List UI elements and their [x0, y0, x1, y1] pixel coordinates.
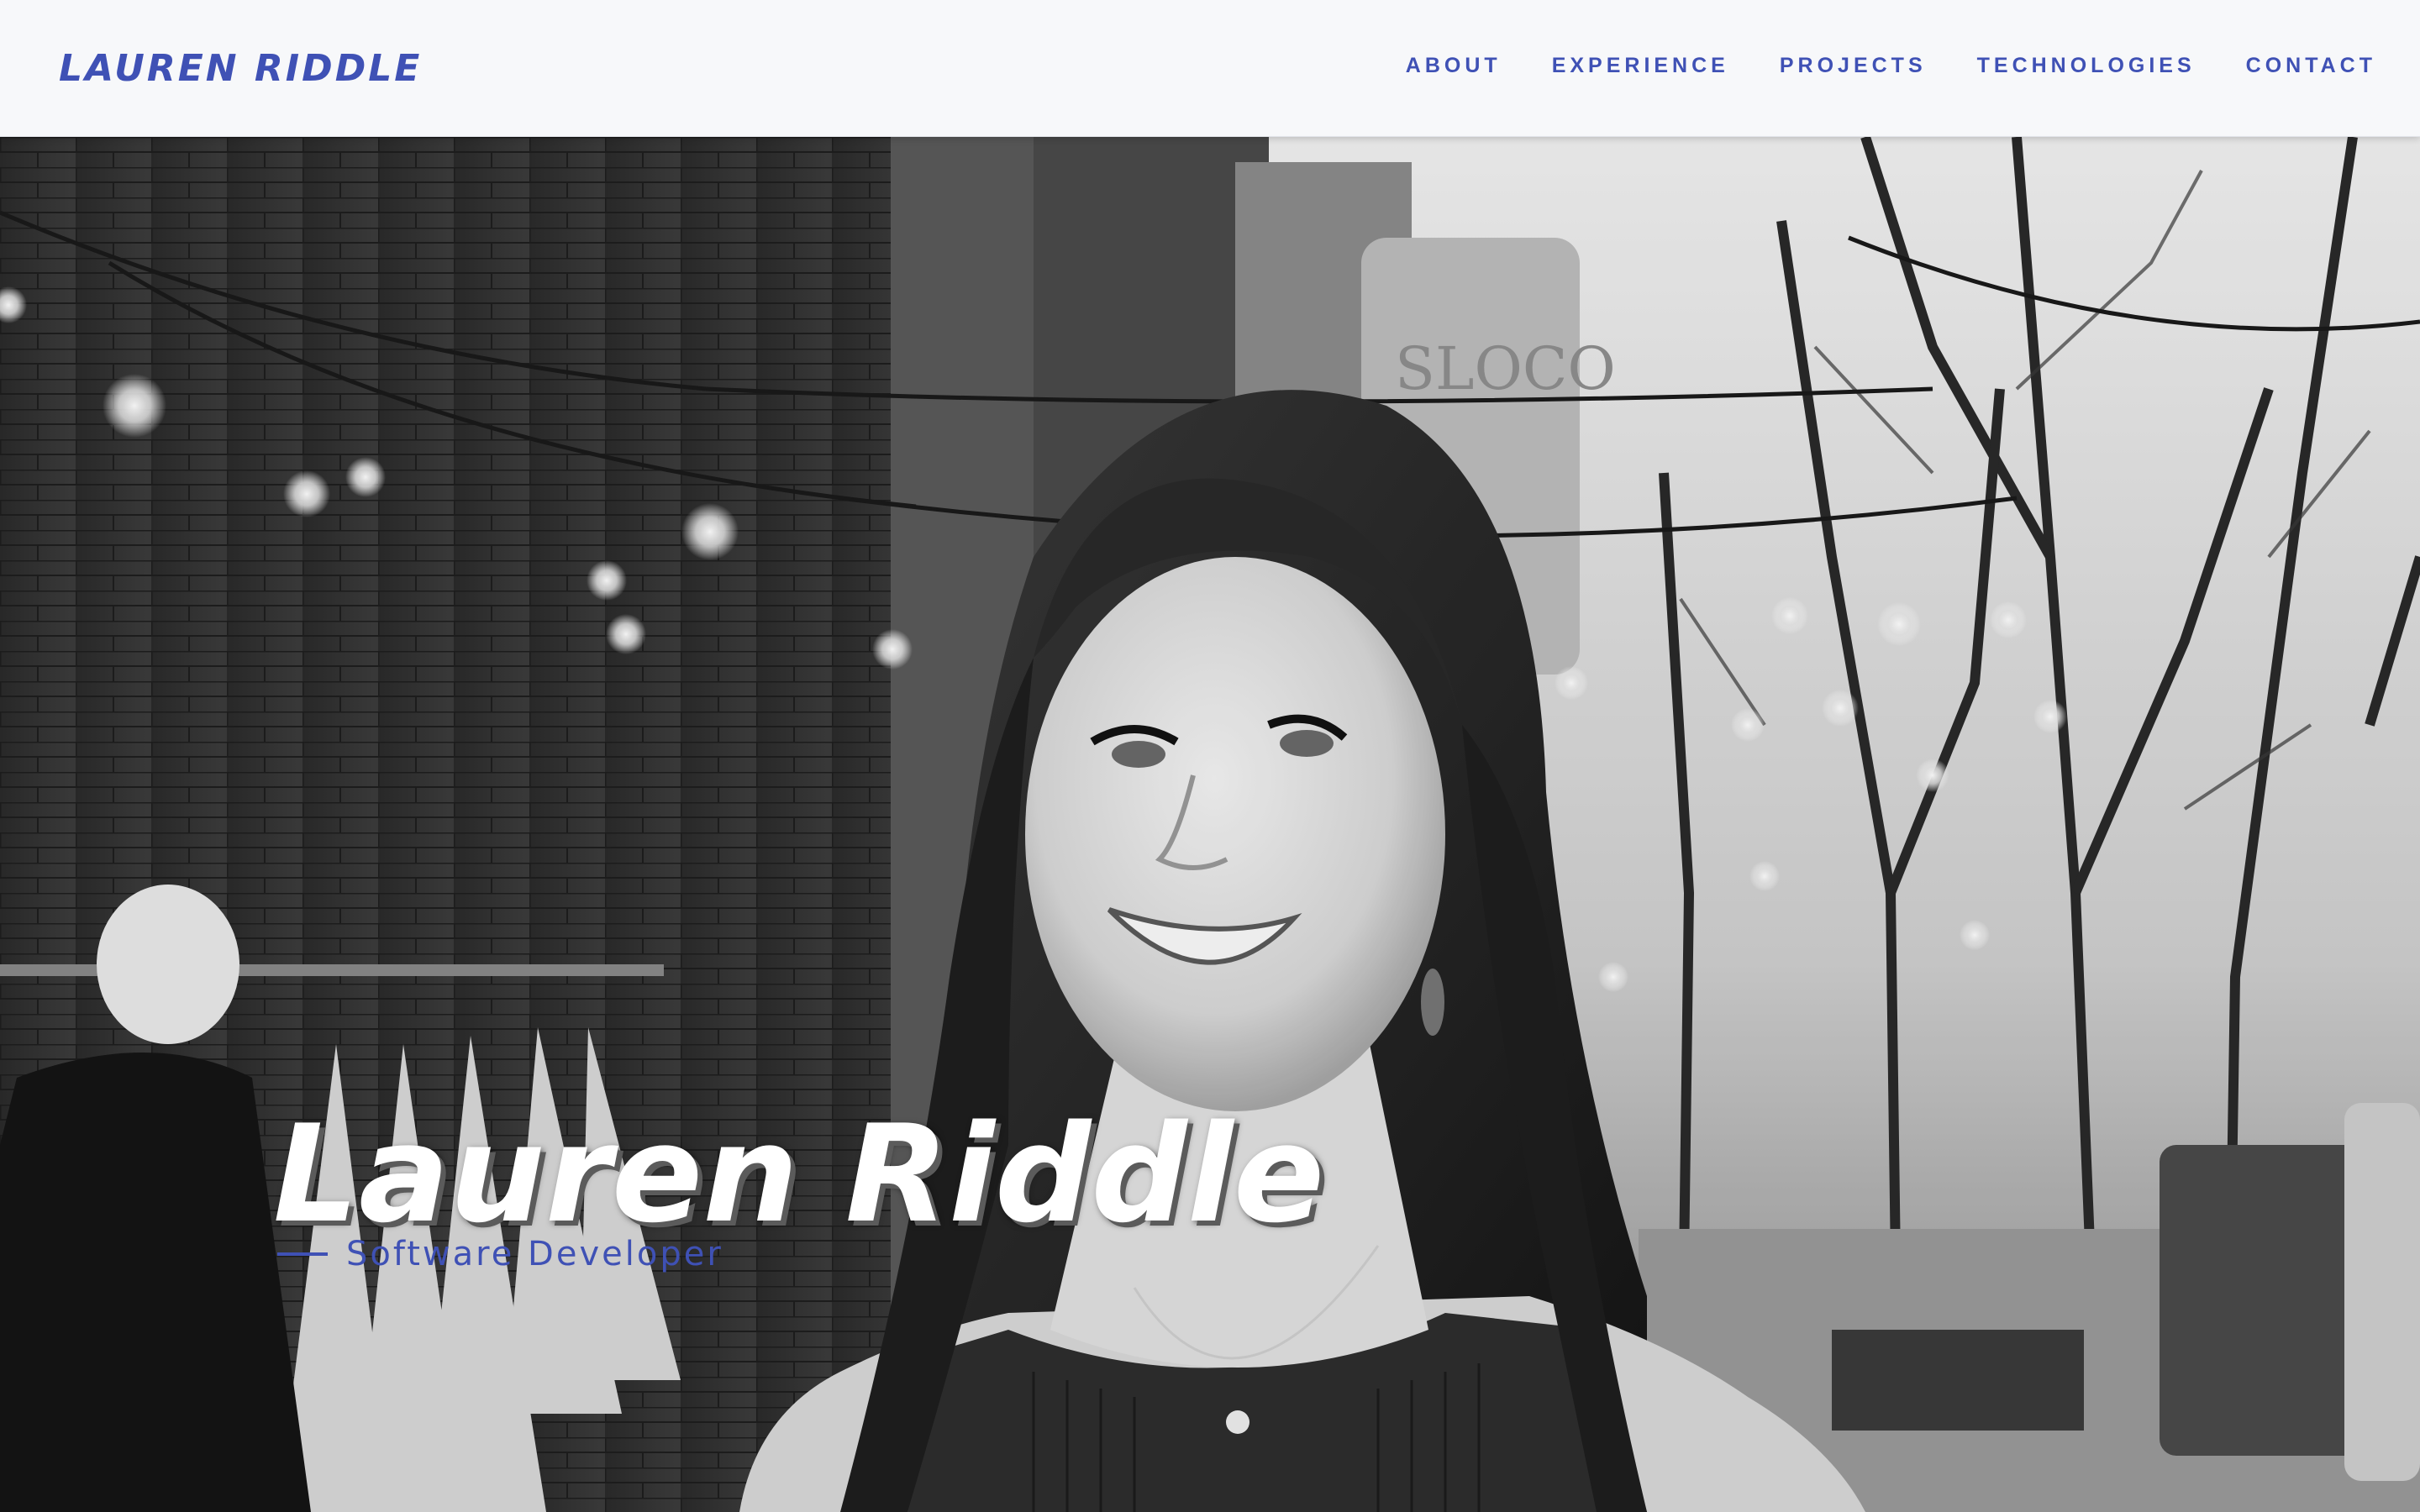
hero-subtitle: Software Developer [346, 1235, 723, 1273]
nav-link-projects[interactable]: PROJECTS [1780, 54, 1927, 78]
subtitle-rule [277, 1252, 328, 1256]
nav-link-technologies[interactable]: TECHNOLOGIES [1977, 54, 2196, 78]
nav-link-experience[interactable]: EXPERIENCE [1552, 54, 1729, 78]
hero-title: Lauren Riddle [273, 1095, 1325, 1252]
hero-photo: SLOCO [0, 137, 2420, 1512]
hero-section: SLOCO Lauren Riddle Software Developer [0, 137, 2420, 1512]
navbar: Lauren Riddle ABOUT EXPERIENCE PROJECTS … [0, 0, 2420, 137]
main-nav: ABOUT EXPERIENCE PROJECTS TECHNOLOGIES C… [1406, 54, 2376, 78]
page: Lauren Riddle ABOUT EXPERIENCE PROJECTS … [0, 0, 2420, 1512]
brand-logo[interactable]: Lauren Riddle [59, 47, 422, 90]
nav-link-about[interactable]: ABOUT [1406, 54, 1502, 78]
hero-subtitle-row: Software Developer [277, 1235, 723, 1273]
nav-link-contact[interactable]: CONTACT [2246, 54, 2376, 78]
